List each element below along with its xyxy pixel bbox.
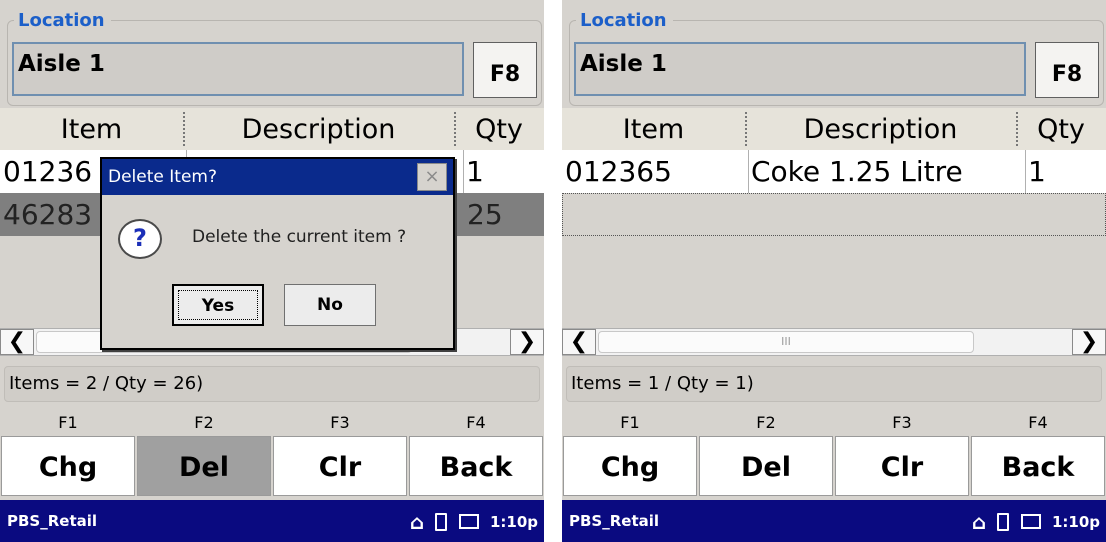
- fkey-label-f1: F1: [620, 413, 640, 432]
- system-tray: ⌂ 1:10p: [404, 500, 538, 542]
- taskbar: PBS_Retail ⌂ 1:10p: [0, 500, 544, 542]
- column-header-description[interactable]: Description: [183, 108, 454, 150]
- status-summary: Items = 2 / Qty = 26): [4, 366, 540, 402]
- device-screen-before: Location Aisle 1 F8 Item Description Qty…: [0, 0, 544, 542]
- table-row[interactable]: 012365 Coke 1.25 Litre 1: [562, 150, 1106, 193]
- column-header-item[interactable]: Item: [562, 108, 745, 150]
- change-button[interactable]: Chg: [563, 436, 697, 496]
- yes-button-label: Yes: [178, 290, 258, 320]
- chevron-right-icon[interactable]: ❯: [1072, 329, 1106, 355]
- back-button[interactable]: Back: [409, 436, 543, 496]
- status-summary: Items = 1 / Qty = 1): [566, 366, 1102, 402]
- horizontal-scrollbar[interactable]: ❮ III ❯: [562, 328, 1106, 356]
- column-header-qty[interactable]: Qty: [454, 108, 544, 150]
- column-header-description[interactable]: Description: [745, 108, 1016, 150]
- delete-button[interactable]: Del: [137, 436, 271, 496]
- dialog-message: Delete the current item ?: [192, 227, 407, 247]
- yes-button[interactable]: Yes: [172, 284, 264, 326]
- location-field[interactable]: Aisle 1: [574, 42, 1026, 96]
- keyboard-icon[interactable]: [1020, 514, 1041, 529]
- fkey-label-f1: F1: [58, 413, 78, 432]
- system-tray: ⌂ 1:10p: [966, 500, 1100, 542]
- clock[interactable]: 1:10p: [490, 501, 538, 542]
- close-icon[interactable]: ×: [417, 163, 447, 191]
- f8-button[interactable]: F8: [473, 42, 537, 98]
- chevron-left-icon[interactable]: ❮: [0, 329, 34, 355]
- no-button[interactable]: No: [284, 284, 376, 326]
- clear-button[interactable]: Clr: [835, 436, 969, 496]
- battery-icon[interactable]: [435, 512, 448, 531]
- location-label: Location: [14, 9, 111, 33]
- fkey-label-f3: F3: [330, 413, 350, 432]
- scroll-thumb[interactable]: III: [598, 331, 974, 353]
- item-grid: 012365 Coke 1.25 Litre 1: [562, 150, 1106, 330]
- grid-header: Item Description Qty: [562, 108, 1106, 150]
- chevron-left-icon[interactable]: ❮: [562, 329, 596, 355]
- location-field[interactable]: Aisle 1: [12, 42, 464, 96]
- keyboard-icon[interactable]: [458, 514, 479, 529]
- dialog-title: Delete Item?: [102, 159, 453, 195]
- grid-header: Item Description Qty: [0, 108, 544, 150]
- cell-qty: 1: [1025, 150, 1103, 193]
- cell-qty: 1: [463, 150, 541, 193]
- column-header-item[interactable]: Item: [0, 108, 183, 150]
- fkey-label-f2: F2: [194, 413, 214, 432]
- table-row-focused-empty[interactable]: [562, 193, 1106, 236]
- battery-icon[interactable]: [997, 512, 1010, 531]
- cell-item: 012365: [565, 155, 672, 188]
- delete-item-dialog: Delete Item? × ? Delete the current item…: [100, 157, 455, 350]
- f8-button[interactable]: F8: [1035, 42, 1099, 98]
- home-icon[interactable]: ⌂: [972, 501, 986, 542]
- location-label: Location: [576, 9, 673, 33]
- taskbar: PBS_Retail ⌂ 1:10p: [562, 500, 1106, 542]
- clear-button[interactable]: Clr: [273, 436, 407, 496]
- fkey-label-f4: F4: [466, 413, 486, 432]
- cell-qty: 25: [467, 198, 503, 231]
- column-header-qty[interactable]: Qty: [1016, 108, 1106, 150]
- taskbar-app-name[interactable]: PBS_Retail: [7, 500, 97, 542]
- taskbar-app-name[interactable]: PBS_Retail: [569, 500, 659, 542]
- fkey-label-f4: F4: [1028, 413, 1048, 432]
- fkey-label-f2: F2: [756, 413, 776, 432]
- delete-button[interactable]: Del: [699, 436, 833, 496]
- change-button[interactable]: Chg: [1, 436, 135, 496]
- clock[interactable]: 1:10p: [1052, 501, 1100, 542]
- device-screen-after: Location Aisle 1 F8 Item Description Qty…: [562, 0, 1106, 542]
- cell-description: Coke 1.25 Litre: [748, 150, 1017, 193]
- question-icon: ?: [118, 219, 162, 259]
- home-icon[interactable]: ⌂: [410, 501, 424, 542]
- chevron-right-icon[interactable]: ❯: [510, 329, 544, 355]
- back-button[interactable]: Back: [971, 436, 1105, 496]
- fkey-label-f3: F3: [892, 413, 912, 432]
